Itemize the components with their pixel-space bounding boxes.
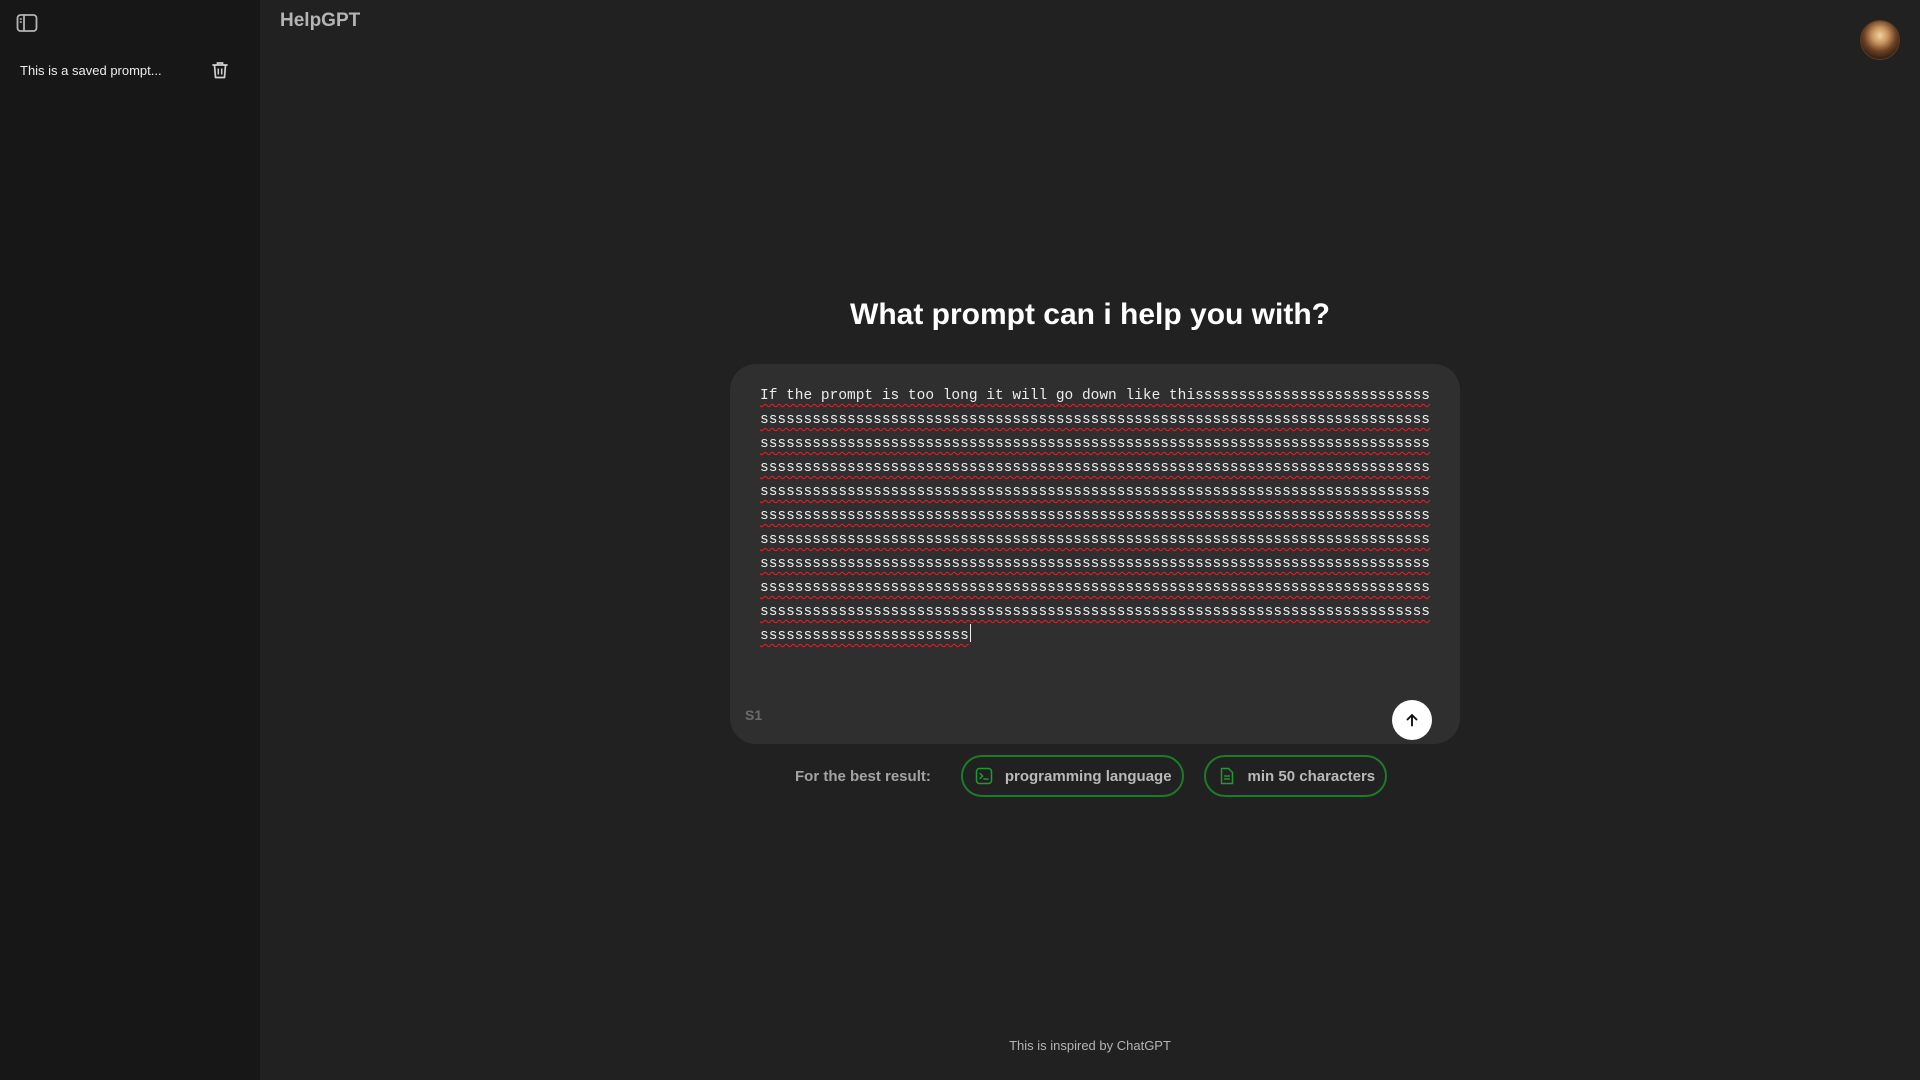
send-button[interactable]: [1392, 700, 1432, 740]
saved-prompt-label: This is a saved prompt...: [20, 62, 162, 78]
prompt-composer: If the prompt is too long it will go dow…: [730, 364, 1460, 744]
user-avatar[interactable]: [1860, 20, 1900, 60]
prompt-counter: S1: [745, 707, 763, 723]
saved-prompt-item[interactable]: This is a saved prompt...: [8, 56, 240, 84]
footer-note: This is inspired by ChatGPT: [1009, 1038, 1171, 1053]
hint-chip-min-50-characters[interactable]: min 50 characters: [1203, 755, 1388, 797]
sidebar-toggle-icon[interactable]: [14, 12, 40, 34]
hint-chip-programming-language[interactable]: programming language: [960, 755, 1184, 797]
arrow-up-icon: [1406, 714, 1418, 727]
page-headline: What prompt can i help you with?: [850, 298, 1330, 331]
hints-bar: For the best result: programming languag…: [795, 754, 1407, 798]
document-icon: [1218, 767, 1236, 785]
prompt-input[interactable]: If the prompt is too long it will go dow…: [760, 384, 1432, 694]
terminal-icon: [975, 767, 993, 785]
hint-chip-label: min 50 characters: [1247, 767, 1376, 785]
hint-chip-label: programming language: [1004, 767, 1172, 785]
sidebar: This is a saved prompt...: [0, 0, 260, 1080]
main-area: HelpGPT What prompt can i help you with?…: [260, 0, 1920, 1080]
app-title: HelpGPT: [280, 10, 361, 31]
trash-icon[interactable]: [210, 60, 230, 80]
hints-label: For the best result:: [795, 767, 931, 785]
